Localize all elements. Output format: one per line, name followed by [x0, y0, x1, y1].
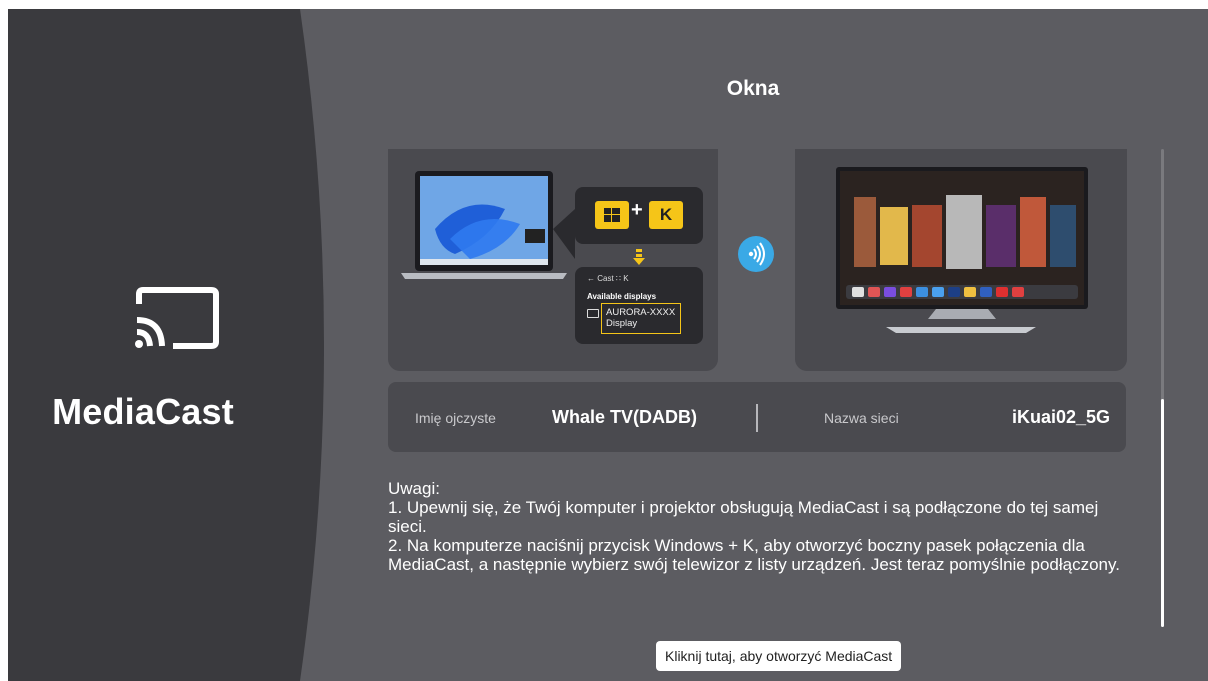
laptop-illustration	[401, 171, 575, 279]
monitor-icon	[587, 309, 599, 318]
device-name-value: Whale TV(DADB)	[552, 407, 697, 427]
left-panel: MediaCast	[8, 9, 348, 681]
note-1: 1. Upewnij się, że Twój komputer i proje…	[388, 498, 1099, 536]
device-name-label: Imię ojczyste	[415, 410, 496, 426]
notes-heading: Uwagi:	[388, 479, 440, 498]
cast-popup-illustration: ← Cast ∷ K Available displays AURORA-XXX…	[575, 267, 703, 344]
scrollbar-thumb[interactable]	[1161, 399, 1164, 627]
network-name-value: iKuai02_5G	[1012, 407, 1111, 427]
cast-popup-header: ← Cast ∷ K	[587, 274, 629, 283]
note-2: 2. Na komputerze naciśnij przycisk Windo…	[388, 536, 1120, 574]
device-info-bar: Imię ojczyste Whale TV(DADB) Nazwa sieci…	[388, 382, 1126, 452]
notes-section: Uwagi: 1. Upewnij się, że Twój komputer …	[388, 479, 1128, 574]
tv-illustration	[836, 167, 1088, 333]
network-name-label: Nazwa sieci	[824, 410, 899, 426]
windows-logo-icon	[595, 201, 629, 229]
k-key: K	[649, 201, 683, 229]
plus-sign: +	[631, 199, 643, 221]
windows-k-shortcut: + K	[575, 187, 703, 244]
device-type: Display	[606, 318, 638, 329]
mediacast-screen: MediaCast Okna + K ← Cast ∷ K Available …	[8, 9, 1208, 681]
arrow-down-icon	[633, 249, 645, 265]
device-entry: AURORA-XXXX Display	[601, 303, 681, 334]
wireless-signal-icon	[738, 236, 774, 272]
open-mediacast-button[interactable]: Kliknij tutaj, aby otworzyć MediaCast	[656, 641, 902, 671]
page-title: Okna	[726, 77, 780, 100]
device-name: AURORA-XXXX	[606, 307, 676, 318]
app-name: MediaCast	[52, 391, 234, 432]
available-displays-label: Available displays	[587, 292, 657, 301]
divider	[756, 404, 758, 432]
cast-icon	[135, 287, 219, 349]
